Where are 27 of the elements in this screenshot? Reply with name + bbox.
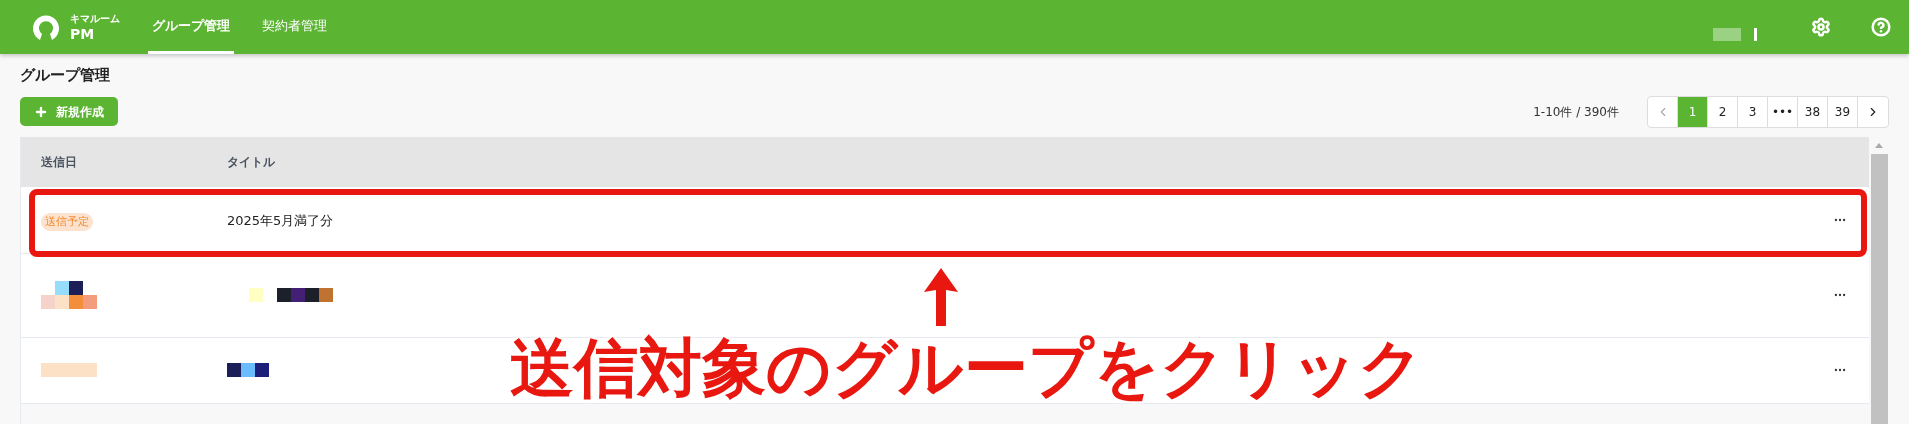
settings-button[interactable] bbox=[1811, 17, 1831, 37]
plus-icon bbox=[34, 104, 48, 119]
page-button[interactable]: 3 bbox=[1738, 96, 1768, 127]
page-button[interactable]: 38 bbox=[1798, 96, 1828, 127]
settings-icon bbox=[1811, 17, 1831, 37]
page-button[interactable]: ••• bbox=[1768, 96, 1798, 127]
redacted-mosaic bbox=[41, 363, 97, 377]
redacted-mosaic bbox=[1713, 27, 1757, 41]
status-badge: 送信予定 bbox=[41, 212, 93, 231]
scroll-up-icon[interactable] bbox=[1875, 142, 1883, 148]
help-button[interactable] bbox=[1871, 17, 1891, 37]
help-icon bbox=[1871, 17, 1891, 37]
arrow-annotation bbox=[924, 268, 958, 326]
scrollbar-thumb[interactable] bbox=[1870, 153, 1888, 424]
column-header: タイトル bbox=[227, 153, 275, 171]
logo-caption: キマルーム bbox=[70, 13, 120, 24]
column-header: 送信日 bbox=[40, 153, 78, 171]
page-button[interactable]: 39 bbox=[1828, 96, 1858, 127]
logo-text: PM bbox=[70, 26, 96, 41]
row-title: 2025年5月満了分 bbox=[227, 212, 334, 228]
page-button[interactable]: 2 bbox=[1708, 96, 1738, 127]
redacted-mosaic bbox=[227, 363, 269, 377]
result-count: 1-10件 / 390件 bbox=[1533, 103, 1619, 121]
annotation-text: 送信対象のグループをクリック bbox=[510, 330, 1424, 407]
redacted-mosaic bbox=[41, 281, 97, 309]
table-row[interactable]: 送信予定 2025年5月満了分 bbox=[21, 186, 1869, 254]
page-title: グループ管理 bbox=[20, 65, 111, 86]
